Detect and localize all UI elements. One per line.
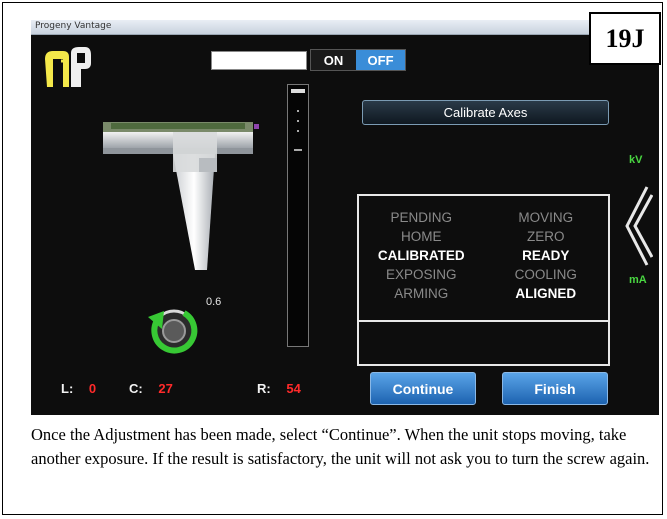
height-slider[interactable] [287, 84, 309, 347]
status-pending: PENDING [390, 210, 452, 225]
status-aligned: ALIGNED [515, 286, 577, 301]
kv-indicator: kV [629, 154, 643, 166]
window-title: Progeny Vantage [35, 21, 112, 31]
status-grid: PENDING MOVING HOME ZERO CALIBRATED READ… [359, 208, 608, 303]
slider-tick [297, 110, 299, 112]
status-arming: ARMING [394, 286, 449, 301]
left-label: L: [61, 381, 74, 396]
left-value: 0 [88, 381, 97, 396]
status-ready: READY [522, 248, 570, 263]
progeny-logo-icon [45, 47, 91, 87]
right-label: R: [257, 381, 271, 396]
status-divider [359, 320, 608, 322]
ma-indicator: mA [629, 274, 647, 286]
status-home: HOME [401, 229, 442, 244]
left-readout: L: 0 [61, 381, 96, 396]
status-calibrated: CALIBRATED [377, 248, 465, 263]
center-readout: C: 27 [129, 381, 173, 396]
window-titlebar: Progeny Vantage [31, 20, 659, 35]
slider-tick [297, 120, 299, 122]
step-badge: 19J [589, 12, 661, 65]
right-value: 54 [286, 381, 301, 396]
calibrate-axes-button[interactable]: Calibrate Axes [362, 100, 609, 125]
center-label: C: [129, 381, 143, 396]
center-value: 27 [158, 381, 173, 396]
slider-handle[interactable] [291, 89, 305, 93]
finish-button[interactable]: Finish [502, 372, 608, 405]
slider-tick [294, 149, 302, 151]
status-zero: ZERO [526, 229, 565, 244]
status-exposing: EXPOSING [385, 267, 457, 282]
toggle-on[interactable]: ON [311, 50, 357, 70]
right-readout: R: 54 [257, 381, 301, 396]
status-moving: MOVING [518, 210, 574, 225]
toggle-off[interactable]: OFF [356, 50, 405, 70]
kv-ma-chevrons-icon[interactable] [621, 185, 653, 267]
on-off-toggle[interactable]: ON OFF [310, 49, 406, 71]
screw-turn-value: 0.6 [206, 296, 222, 308]
machine-illustration [103, 122, 259, 270]
app-window: Progeny Vantage ON OFF 0.6 Calibrate Axe… [31, 20, 659, 415]
status-cooling: COOLING [514, 267, 577, 282]
status-panel: PENDING MOVING HOME ZERO CALIBRATED READ… [357, 194, 610, 366]
instruction-caption: Once the Adjustment has been made, selec… [31, 425, 650, 468]
name-field[interactable] [211, 51, 307, 70]
slider-tick [297, 130, 299, 132]
continue-button[interactable]: Continue [370, 372, 476, 405]
rotate-screw-icon[interactable] [144, 303, 200, 359]
